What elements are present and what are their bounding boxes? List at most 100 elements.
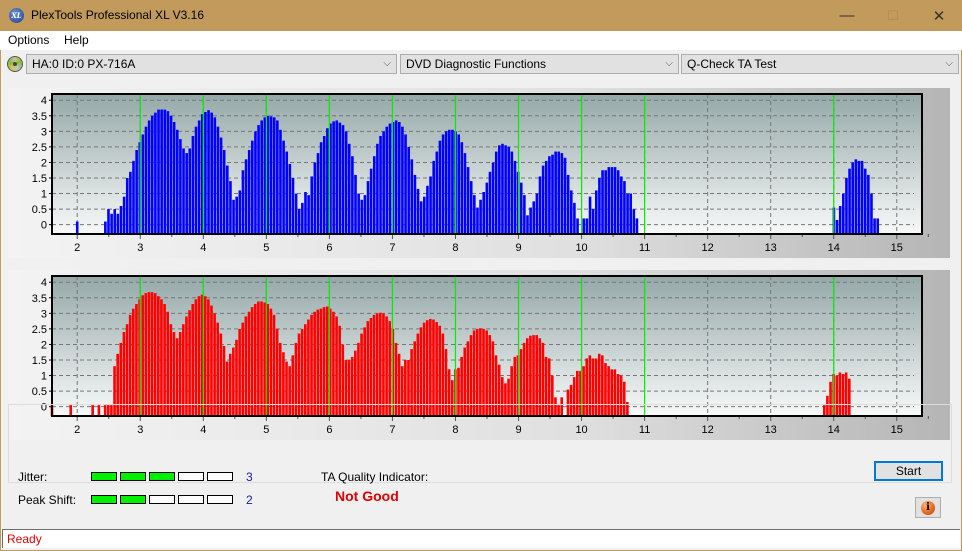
bar: [457, 134, 461, 234]
lands-chart: 0 0.5 1 1.5 2 2.5 3 3.5 4 2 3 4 5 6 7 8 9 10 11 12 13 14 15: [8, 88, 950, 258]
close-button[interactable]: ✕: [916, 0, 962, 31]
bar: [557, 151, 561, 234]
meter-segment: [91, 472, 117, 481]
maximize-button[interactable]: ☐: [870, 0, 916, 31]
drive-select-value: HA:0 ID:0 PX-716A: [32, 57, 136, 71]
bar: [303, 324, 307, 416]
bar: [260, 301, 263, 416]
x-tick-label: 9: [515, 242, 521, 254]
function-select[interactable]: DVD Diagnostic Functions ⌵: [400, 54, 679, 74]
bar: [263, 302, 266, 416]
bar: [554, 151, 557, 234]
bar: [282, 140, 285, 234]
bar: [429, 318, 432, 416]
x-tick-label: 3: [137, 242, 143, 254]
bar: [425, 320, 429, 416]
bar: [423, 196, 426, 234]
bar: [207, 110, 210, 234]
menu-options[interactable]: Options: [8, 33, 49, 47]
bar: [125, 178, 129, 234]
bar: [325, 306, 329, 416]
bar: [244, 316, 248, 416]
bar: [316, 153, 320, 234]
bar: [169, 324, 173, 416]
x-tick-label: 2: [74, 242, 80, 254]
bar: [172, 122, 176, 234]
bar: [413, 174, 417, 234]
drive-select[interactable]: HA:0 ID:0 PX-716A ⌵: [26, 54, 397, 74]
bar: [385, 126, 389, 234]
bar: [594, 190, 598, 234]
bar: [604, 170, 607, 234]
bar: [132, 160, 135, 234]
bar: [135, 304, 138, 416]
bar: [197, 120, 201, 234]
bar: [544, 160, 548, 234]
bar: [444, 131, 448, 234]
x-tick-label: 10: [575, 242, 587, 254]
bar: [175, 129, 179, 234]
y-tick-label: 2.5: [32, 142, 47, 154]
x-tick-label: 14: [828, 242, 840, 254]
info-button[interactable]: i: [915, 497, 941, 518]
bar: [238, 328, 241, 416]
y-tick-label: 0.5: [32, 386, 47, 398]
bar: [272, 314, 276, 416]
bar: [150, 292, 154, 416]
bar: [576, 218, 579, 234]
bar: [372, 314, 376, 416]
bar: [479, 328, 482, 416]
x-tick-label: 15: [891, 242, 903, 254]
bar: [635, 218, 639, 234]
bar: [188, 148, 192, 234]
bar: [498, 145, 501, 234]
minimize-button[interactable]: —: [824, 0, 870, 31]
bar: [163, 109, 167, 234]
bar: [842, 193, 845, 234]
bar: [510, 151, 514, 234]
bar: [379, 136, 382, 234]
bar: [210, 112, 213, 234]
bar: [257, 301, 260, 416]
y-tick-label: 2.5: [32, 324, 47, 336]
status-text: Ready: [7, 532, 42, 546]
bar: [204, 112, 207, 234]
bar: [620, 176, 623, 234]
bar: [351, 156, 354, 234]
bar: [616, 170, 620, 234]
y-tick-label: 3: [41, 308, 47, 320]
bar: [122, 196, 126, 234]
meter-segment: [149, 495, 175, 504]
bar: [310, 176, 314, 234]
bar: [300, 328, 304, 416]
bar: [222, 150, 226, 234]
bar: [591, 209, 595, 234]
bar: [519, 182, 523, 234]
bar: [319, 142, 323, 234]
bar: [379, 312, 382, 416]
bar: [307, 319, 310, 416]
bar: [144, 293, 148, 416]
bar: [369, 168, 373, 234]
bar: [357, 193, 360, 234]
bar: [188, 310, 191, 416]
menu-help[interactable]: Help: [64, 33, 89, 47]
bar: [241, 322, 245, 416]
bar: [113, 209, 117, 234]
lands-chart-svg: 0 0.5 1 1.5 2 2.5 3 3.5 4 2 3 4 5 6 7 8 9 10 11 12 13 14 15: [32, 93, 929, 254]
bar: [432, 160, 435, 234]
bar: [75, 221, 79, 234]
bar: [229, 181, 232, 234]
start-button[interactable]: Start: [874, 461, 943, 481]
bar: [269, 116, 273, 234]
info-icon: i: [921, 500, 935, 515]
bar: [216, 322, 220, 416]
x-tick-label: 8: [452, 242, 458, 254]
x-tick-label: 4: [200, 242, 206, 254]
bar: [354, 174, 357, 234]
bar: [244, 159, 248, 234]
bar: [426, 185, 429, 234]
bar: [848, 168, 851, 234]
test-select[interactable]: Q-Check TA Test ⌵: [681, 54, 959, 74]
bar: [166, 311, 169, 416]
